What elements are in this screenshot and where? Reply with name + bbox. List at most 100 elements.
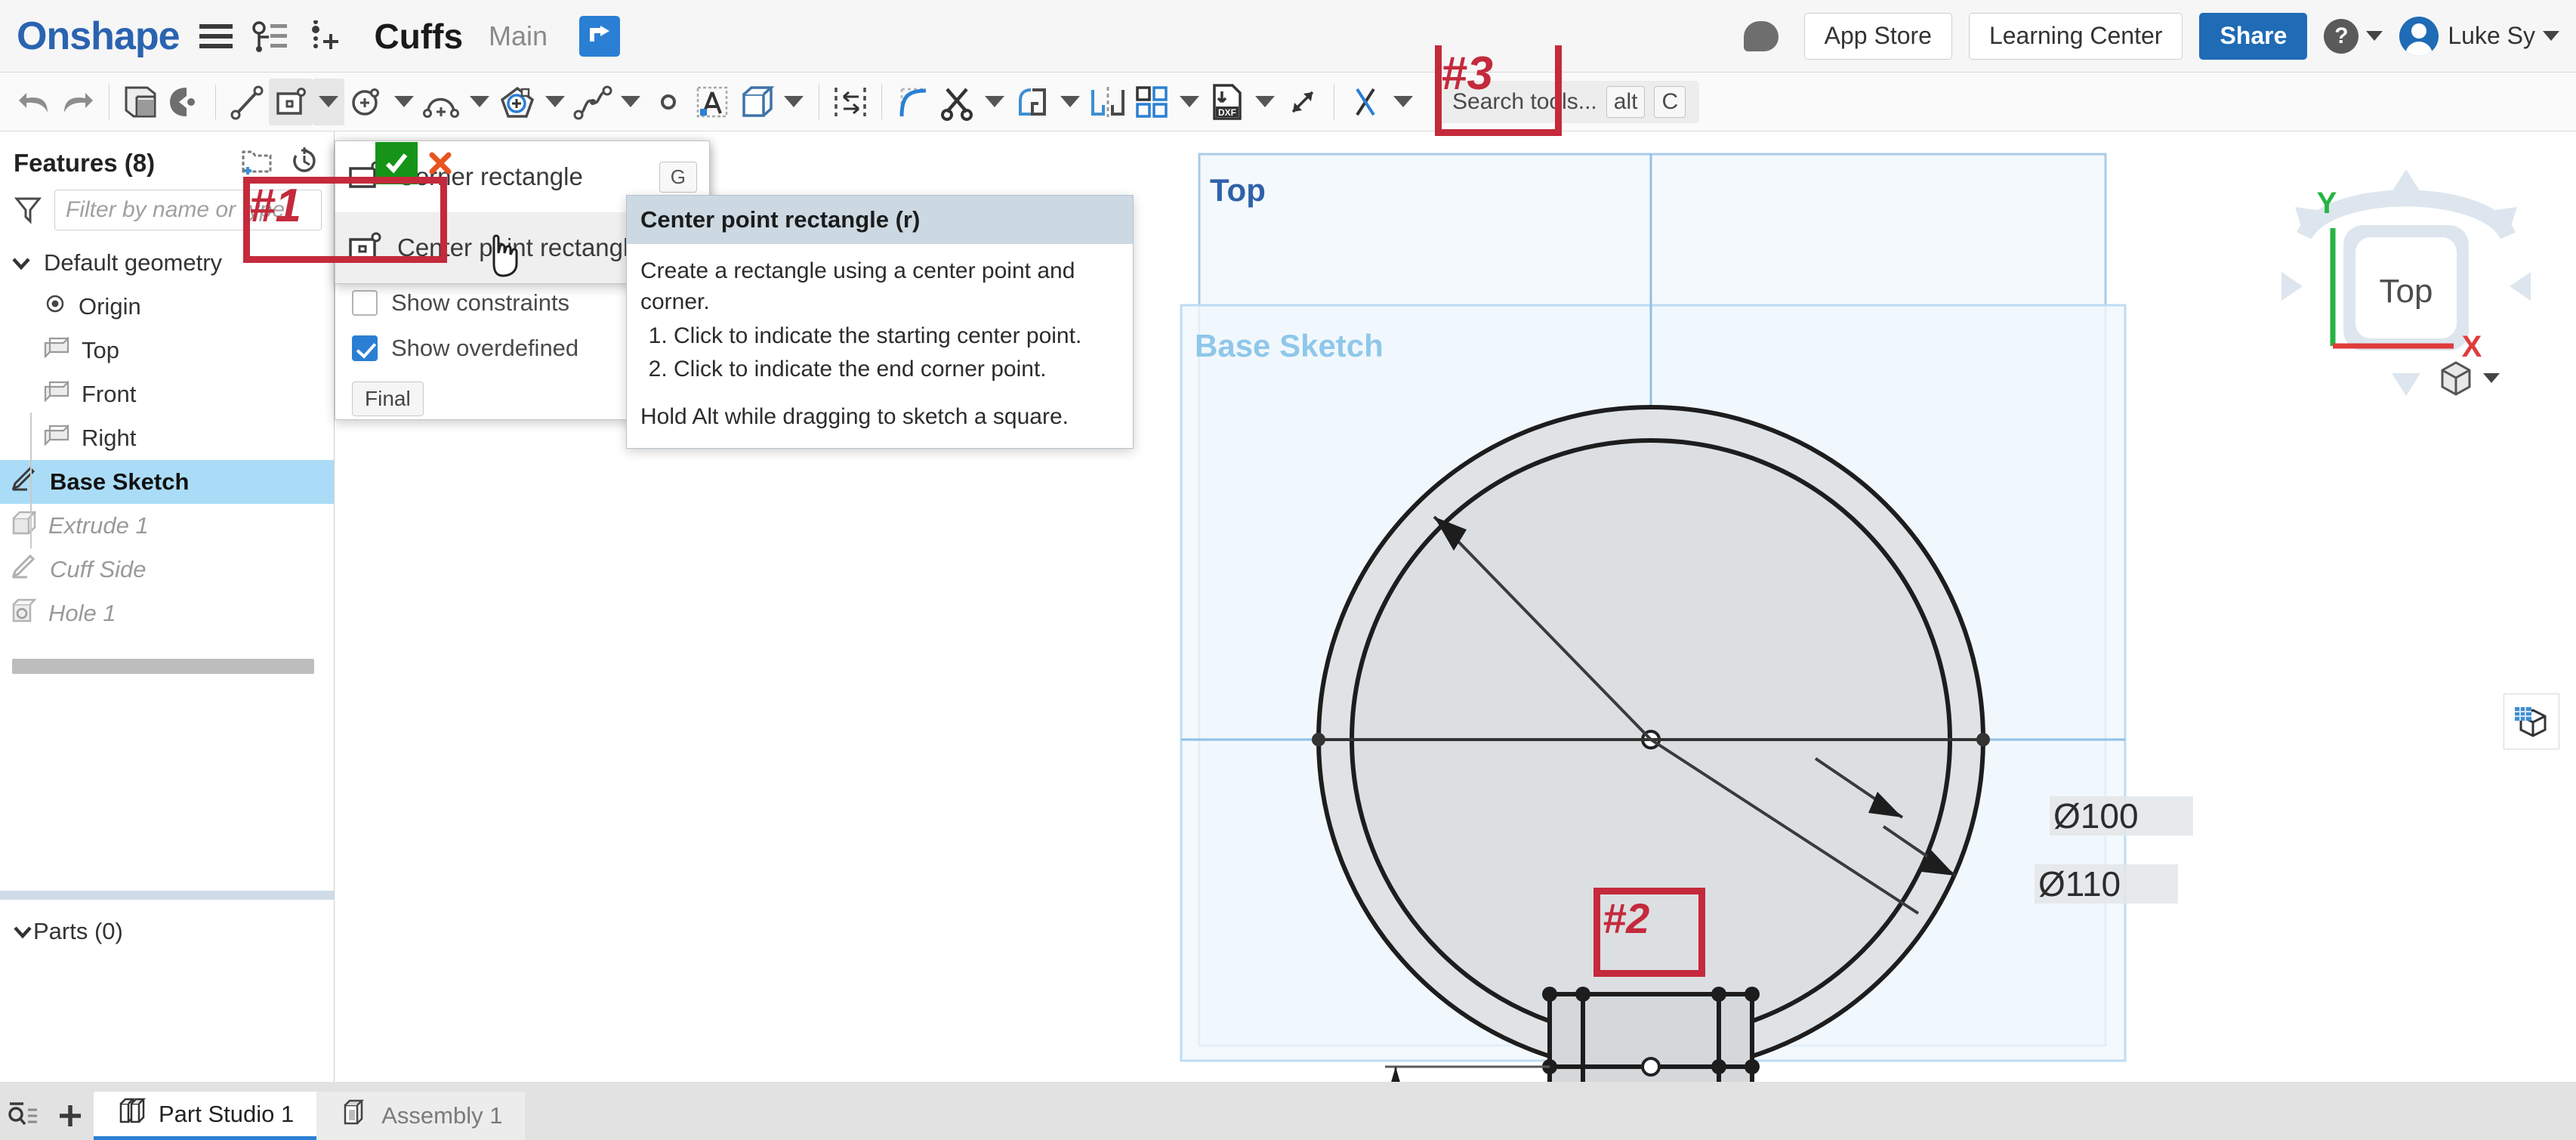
panel-divider[interactable] — [0, 891, 334, 900]
export-dxf-icon[interactable]: DXF — [1205, 79, 1249, 125]
bottom-tab-bar: Part Studio 1 Assembly 1 — [0, 1082, 2576, 1140]
parts-section-header[interactable]: Parts (0) — [0, 908, 334, 955]
sidebar-item-front[interactable]: Front — [0, 372, 334, 416]
line-tool-icon[interactable] — [225, 79, 269, 125]
tooltip-steps: Click to indicate the starting center po… — [674, 321, 1119, 386]
circle-tool-chevron[interactable] — [388, 79, 420, 125]
show-overdefined-checkbox[interactable] — [352, 335, 378, 361]
chevron-down-icon — [394, 96, 414, 107]
close-icon — [429, 152, 452, 175]
fillet-tool-icon[interactable] — [891, 79, 935, 125]
tab-list-icon[interactable] — [0, 1092, 47, 1140]
rollback-history-icon[interactable] — [288, 145, 320, 181]
document-badge-icon[interactable] — [579, 15, 621, 57]
linear-pattern-icon[interactable] — [1086, 79, 1130, 125]
tool-tooltip: Center point rectangle (r) Create a rect… — [626, 195, 1134, 449]
export-dxf-chevron[interactable] — [1249, 79, 1281, 125]
help-icon: ? — [2324, 18, 2359, 54]
sidebar-item-right[interactable]: Right — [0, 416, 334, 460]
new-folder-icon[interactable] — [239, 146, 275, 180]
show-constraints-row[interactable]: Show constraints — [352, 289, 569, 317]
user-menu[interactable]: Luke Sy — [2399, 16, 2559, 56]
features-filter-input[interactable]: Filter by name or type — [54, 190, 322, 230]
arc-tool-chevron[interactable] — [464, 79, 495, 125]
avatar — [2399, 16, 2439, 56]
plane-icon — [44, 424, 69, 452]
chevron-down-icon — [2543, 31, 2559, 41]
constraint-tool-chevron[interactable] — [1387, 79, 1419, 125]
use-projection-chevron[interactable] — [778, 79, 810, 125]
display-style-menu[interactable] — [2436, 358, 2500, 397]
part-studio-icon — [116, 1096, 147, 1132]
search-tools-placeholder: Search tools... — [1452, 88, 1597, 114]
onshape-app-window: Onshape Cuffs Main App Store Learning Ce… — [0, 0, 2576, 1140]
tooltip-body: Create a rectangle using a center point … — [627, 244, 1133, 448]
confirm-sketch-button[interactable] — [375, 142, 418, 184]
sidebar-item-hole-1[interactable]: Hole 1 — [0, 592, 334, 635]
show-constraints-checkbox[interactable] — [352, 290, 378, 316]
tab-part-studio-1[interactable]: Part Studio 1 — [94, 1092, 317, 1140]
rectangle-tool-icon[interactable] — [269, 78, 313, 125]
version-graph-icon[interactable] — [251, 20, 288, 52]
sidebar-item-base-sketch[interactable]: Base Sketch — [0, 460, 334, 504]
use-projection-icon[interactable] — [734, 79, 778, 125]
cancel-sketch-button[interactable] — [419, 142, 461, 184]
add-tab-button[interactable] — [47, 1092, 94, 1140]
sidebar-item-extrude-1[interactable]: Extrude 1 — [0, 504, 334, 548]
tab-assembly-1[interactable]: Assembly 1 — [316, 1092, 526, 1140]
sidebar-item-cuff-side[interactable]: Cuff Side — [0, 548, 334, 592]
sketch-plane-icon[interactable] — [119, 79, 162, 125]
app-store-button[interactable]: App Store — [1803, 12, 1952, 60]
polygon-tool-chevron[interactable] — [539, 79, 571, 125]
search-tools-input[interactable]: Search tools... alt C — [1439, 80, 1700, 123]
features-title: Features (8) — [14, 148, 156, 177]
add-version-icon[interactable] — [308, 20, 343, 52]
learning-center-button[interactable]: Learning Center — [1968, 12, 2183, 60]
arc-tool-icon[interactable] — [420, 79, 464, 125]
svg-text:DXF: DXF — [1218, 107, 1236, 118]
tab-label: Part Studio 1 — [159, 1100, 295, 1127]
trim-tool-icon[interactable] — [935, 79, 979, 125]
rectangle-tool-chevron[interactable] — [313, 78, 344, 125]
undo-button[interactable] — [12, 79, 56, 125]
final-state-button[interactable]: Final — [352, 382, 424, 416]
features-header: Features (8) — [0, 131, 334, 184]
document-title[interactable]: Cuffs — [375, 16, 464, 57]
sidebar-item-top[interactable]: Top — [0, 329, 334, 372]
spline-tool-chevron[interactable] — [615, 79, 646, 125]
redo-button[interactable] — [56, 79, 100, 125]
view-up-arrow — [2392, 169, 2420, 192]
point-tool-icon[interactable] — [646, 79, 690, 125]
chevron-down-icon — [1255, 96, 1275, 107]
trim-tool-chevron[interactable] — [979, 79, 1010, 125]
mirror-icon[interactable] — [162, 79, 206, 125]
onshape-logo[interactable]: Onshape — [17, 14, 180, 59]
help-menu[interactable]: ? — [2324, 18, 2383, 54]
tree-group-default-geometry[interactable]: Default geometry — [0, 241, 334, 285]
view-cube-widget[interactable]: Top Y X — [2274, 160, 2538, 409]
features-filter-row: Filter by name or type — [0, 184, 334, 241]
polygon-tool-icon[interactable] — [495, 79, 539, 125]
comment-icon[interactable] — [1743, 20, 1779, 51]
dimension-tool-icon[interactable] — [1281, 79, 1325, 125]
hamburger-menu-icon[interactable] — [199, 23, 233, 49]
offset-tool-icon[interactable] — [828, 79, 872, 125]
display-panel-toggle-button[interactable] — [2504, 694, 2559, 749]
document-branch[interactable]: Main — [489, 20, 548, 52]
check-icon — [385, 153, 408, 174]
show-overdefined-row[interactable]: Show overdefined — [352, 335, 578, 362]
sidebar-item-origin[interactable]: Origin — [0, 285, 334, 329]
chevron-down-icon — [621, 96, 640, 107]
circle-tool-icon[interactable] — [344, 79, 388, 125]
grid-pattern-icon[interactable] — [1130, 79, 1174, 125]
text-tool-icon[interactable] — [690, 79, 734, 125]
tooltip-title: Center point rectangle (r) — [627, 196, 1133, 244]
spline-tool-icon[interactable] — [571, 79, 615, 125]
filter-funnel-icon[interactable] — [12, 193, 44, 228]
share-button[interactable]: Share — [2199, 12, 2308, 60]
mirror-sketch-icon[interactable] — [1010, 79, 1054, 125]
features-scrollbar[interactable] — [12, 659, 314, 674]
mirror-sketch-chevron[interactable] — [1054, 79, 1086, 125]
grid-pattern-chevron[interactable] — [1174, 79, 1205, 125]
constraint-tool-icon[interactable] — [1344, 79, 1387, 125]
